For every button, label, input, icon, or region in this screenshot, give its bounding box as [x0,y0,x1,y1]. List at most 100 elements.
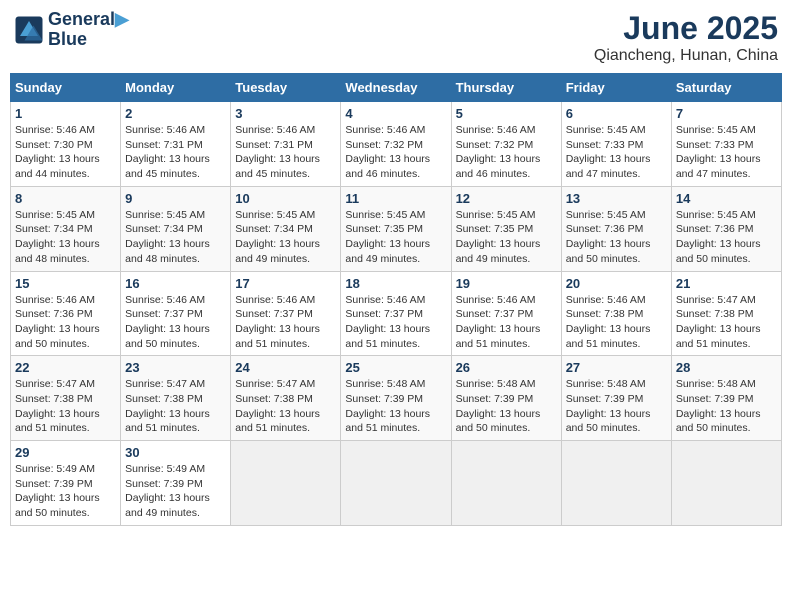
day-cell-30: 30 Sunrise: 5:49 AM Sunset: 7:39 PM Dayl… [121,441,231,526]
day-cell-7: 7 Sunrise: 5:45 AM Sunset: 7:33 PM Dayli… [671,102,781,187]
header-sunday: Sunday [11,74,121,102]
day-info-10: Sunrise: 5:45 AM Sunset: 7:34 PM Dayligh… [235,208,336,267]
day-number-16: 16 [125,276,226,291]
day-info-28: Sunrise: 5:48 AM Sunset: 7:39 PM Dayligh… [676,377,777,436]
day-cell-6: 6 Sunrise: 5:45 AM Sunset: 7:33 PM Dayli… [561,102,671,187]
day-number-11: 11 [345,191,446,206]
calendar-row-0: 1 Sunrise: 5:46 AM Sunset: 7:30 PM Dayli… [11,102,782,187]
day-cell-25: 25 Sunrise: 5:48 AM Sunset: 7:39 PM Dayl… [341,356,451,441]
day-info-22: Sunrise: 5:47 AM Sunset: 7:38 PM Dayligh… [15,377,116,436]
day-cell-4: 4 Sunrise: 5:46 AM Sunset: 7:32 PM Dayli… [341,102,451,187]
header-friday: Friday [561,74,671,102]
day-info-7: Sunrise: 5:45 AM Sunset: 7:33 PM Dayligh… [676,123,777,182]
header-thursday: Thursday [451,74,561,102]
day-number-24: 24 [235,360,336,375]
day-number-8: 8 [15,191,116,206]
day-number-3: 3 [235,106,336,121]
day-number-12: 12 [456,191,557,206]
day-cell-21: 21 Sunrise: 5:47 AM Sunset: 7:38 PM Dayl… [671,271,781,356]
day-number-18: 18 [345,276,446,291]
day-number-1: 1 [15,106,116,121]
day-cell-9: 9 Sunrise: 5:45 AM Sunset: 7:34 PM Dayli… [121,186,231,271]
empty-cell-r4-c3 [341,441,451,526]
day-info-8: Sunrise: 5:45 AM Sunset: 7:34 PM Dayligh… [15,208,116,267]
day-cell-5: 5 Sunrise: 5:46 AM Sunset: 7:32 PM Dayli… [451,102,561,187]
day-number-7: 7 [676,106,777,121]
day-info-25: Sunrise: 5:48 AM Sunset: 7:39 PM Dayligh… [345,377,446,436]
logo: General▶ Blue [14,10,129,50]
day-cell-28: 28 Sunrise: 5:48 AM Sunset: 7:39 PM Dayl… [671,356,781,441]
day-info-19: Sunrise: 5:46 AM Sunset: 7:37 PM Dayligh… [456,293,557,352]
day-info-11: Sunrise: 5:45 AM Sunset: 7:35 PM Dayligh… [345,208,446,267]
day-info-12: Sunrise: 5:45 AM Sunset: 7:35 PM Dayligh… [456,208,557,267]
header: General▶ Blue June 2025 Qiancheng, Hunan… [10,10,782,65]
day-number-21: 21 [676,276,777,291]
logo-icon [14,15,44,45]
day-cell-14: 14 Sunrise: 5:45 AM Sunset: 7:36 PM Dayl… [671,186,781,271]
day-cell-1: 1 Sunrise: 5:46 AM Sunset: 7:30 PM Dayli… [11,102,121,187]
day-number-17: 17 [235,276,336,291]
day-number-10: 10 [235,191,336,206]
empty-cell-r4-c5 [561,441,671,526]
day-info-16: Sunrise: 5:46 AM Sunset: 7:37 PM Dayligh… [125,293,226,352]
empty-cell-r4-c2 [231,441,341,526]
empty-cell-r4-c6 [671,441,781,526]
day-info-30: Sunrise: 5:49 AM Sunset: 7:39 PM Dayligh… [125,462,226,521]
day-number-6: 6 [566,106,667,121]
day-cell-2: 2 Sunrise: 5:46 AM Sunset: 7:31 PM Dayli… [121,102,231,187]
day-cell-3: 3 Sunrise: 5:46 AM Sunset: 7:31 PM Dayli… [231,102,341,187]
day-cell-13: 13 Sunrise: 5:45 AM Sunset: 7:36 PM Dayl… [561,186,671,271]
header-saturday: Saturday [671,74,781,102]
header-tuesday: Tuesday [231,74,341,102]
day-number-14: 14 [676,191,777,206]
day-cell-11: 11 Sunrise: 5:45 AM Sunset: 7:35 PM Dayl… [341,186,451,271]
day-cell-15: 15 Sunrise: 5:46 AM Sunset: 7:36 PM Dayl… [11,271,121,356]
day-info-5: Sunrise: 5:46 AM Sunset: 7:32 PM Dayligh… [456,123,557,182]
weekday-header-row: Sunday Monday Tuesday Wednesday Thursday… [11,74,782,102]
day-number-25: 25 [345,360,446,375]
day-info-14: Sunrise: 5:45 AM Sunset: 7:36 PM Dayligh… [676,208,777,267]
day-info-29: Sunrise: 5:49 AM Sunset: 7:39 PM Dayligh… [15,462,116,521]
day-info-18: Sunrise: 5:46 AM Sunset: 7:37 PM Dayligh… [345,293,446,352]
day-info-15: Sunrise: 5:46 AM Sunset: 7:36 PM Dayligh… [15,293,116,352]
calendar-table: Sunday Monday Tuesday Wednesday Thursday… [10,73,782,526]
day-info-26: Sunrise: 5:48 AM Sunset: 7:39 PM Dayligh… [456,377,557,436]
day-number-19: 19 [456,276,557,291]
header-monday: Monday [121,74,231,102]
main-title: June 2025 [594,10,778,47]
day-cell-16: 16 Sunrise: 5:46 AM Sunset: 7:37 PM Dayl… [121,271,231,356]
day-info-4: Sunrise: 5:46 AM Sunset: 7:32 PM Dayligh… [345,123,446,182]
subtitle: Qiancheng, Hunan, China [594,47,778,65]
calendar-row-1: 8 Sunrise: 5:45 AM Sunset: 7:34 PM Dayli… [11,186,782,271]
day-cell-23: 23 Sunrise: 5:47 AM Sunset: 7:38 PM Dayl… [121,356,231,441]
day-cell-8: 8 Sunrise: 5:45 AM Sunset: 7:34 PM Dayli… [11,186,121,271]
day-cell-17: 17 Sunrise: 5:46 AM Sunset: 7:37 PM Dayl… [231,271,341,356]
day-info-27: Sunrise: 5:48 AM Sunset: 7:39 PM Dayligh… [566,377,667,436]
day-number-22: 22 [15,360,116,375]
day-info-23: Sunrise: 5:47 AM Sunset: 7:38 PM Dayligh… [125,377,226,436]
day-number-29: 29 [15,445,116,460]
day-cell-12: 12 Sunrise: 5:45 AM Sunset: 7:35 PM Dayl… [451,186,561,271]
day-cell-27: 27 Sunrise: 5:48 AM Sunset: 7:39 PM Dayl… [561,356,671,441]
day-number-9: 9 [125,191,226,206]
day-cell-18: 18 Sunrise: 5:46 AM Sunset: 7:37 PM Dayl… [341,271,451,356]
day-info-3: Sunrise: 5:46 AM Sunset: 7:31 PM Dayligh… [235,123,336,182]
day-number-4: 4 [345,106,446,121]
day-number-2: 2 [125,106,226,121]
day-cell-20: 20 Sunrise: 5:46 AM Sunset: 7:38 PM Dayl… [561,271,671,356]
day-cell-19: 19 Sunrise: 5:46 AM Sunset: 7:37 PM Dayl… [451,271,561,356]
header-wednesday: Wednesday [341,74,451,102]
day-number-26: 26 [456,360,557,375]
day-number-5: 5 [456,106,557,121]
day-info-6: Sunrise: 5:45 AM Sunset: 7:33 PM Dayligh… [566,123,667,182]
calendar-row-4: 29 Sunrise: 5:49 AM Sunset: 7:39 PM Dayl… [11,441,782,526]
day-number-13: 13 [566,191,667,206]
day-info-20: Sunrise: 5:46 AM Sunset: 7:38 PM Dayligh… [566,293,667,352]
day-info-17: Sunrise: 5:46 AM Sunset: 7:37 PM Dayligh… [235,293,336,352]
title-section: June 2025 Qiancheng, Hunan, China [594,10,778,65]
day-number-23: 23 [125,360,226,375]
day-info-2: Sunrise: 5:46 AM Sunset: 7:31 PM Dayligh… [125,123,226,182]
calendar-row-2: 15 Sunrise: 5:46 AM Sunset: 7:36 PM Dayl… [11,271,782,356]
day-cell-29: 29 Sunrise: 5:49 AM Sunset: 7:39 PM Dayl… [11,441,121,526]
day-info-9: Sunrise: 5:45 AM Sunset: 7:34 PM Dayligh… [125,208,226,267]
